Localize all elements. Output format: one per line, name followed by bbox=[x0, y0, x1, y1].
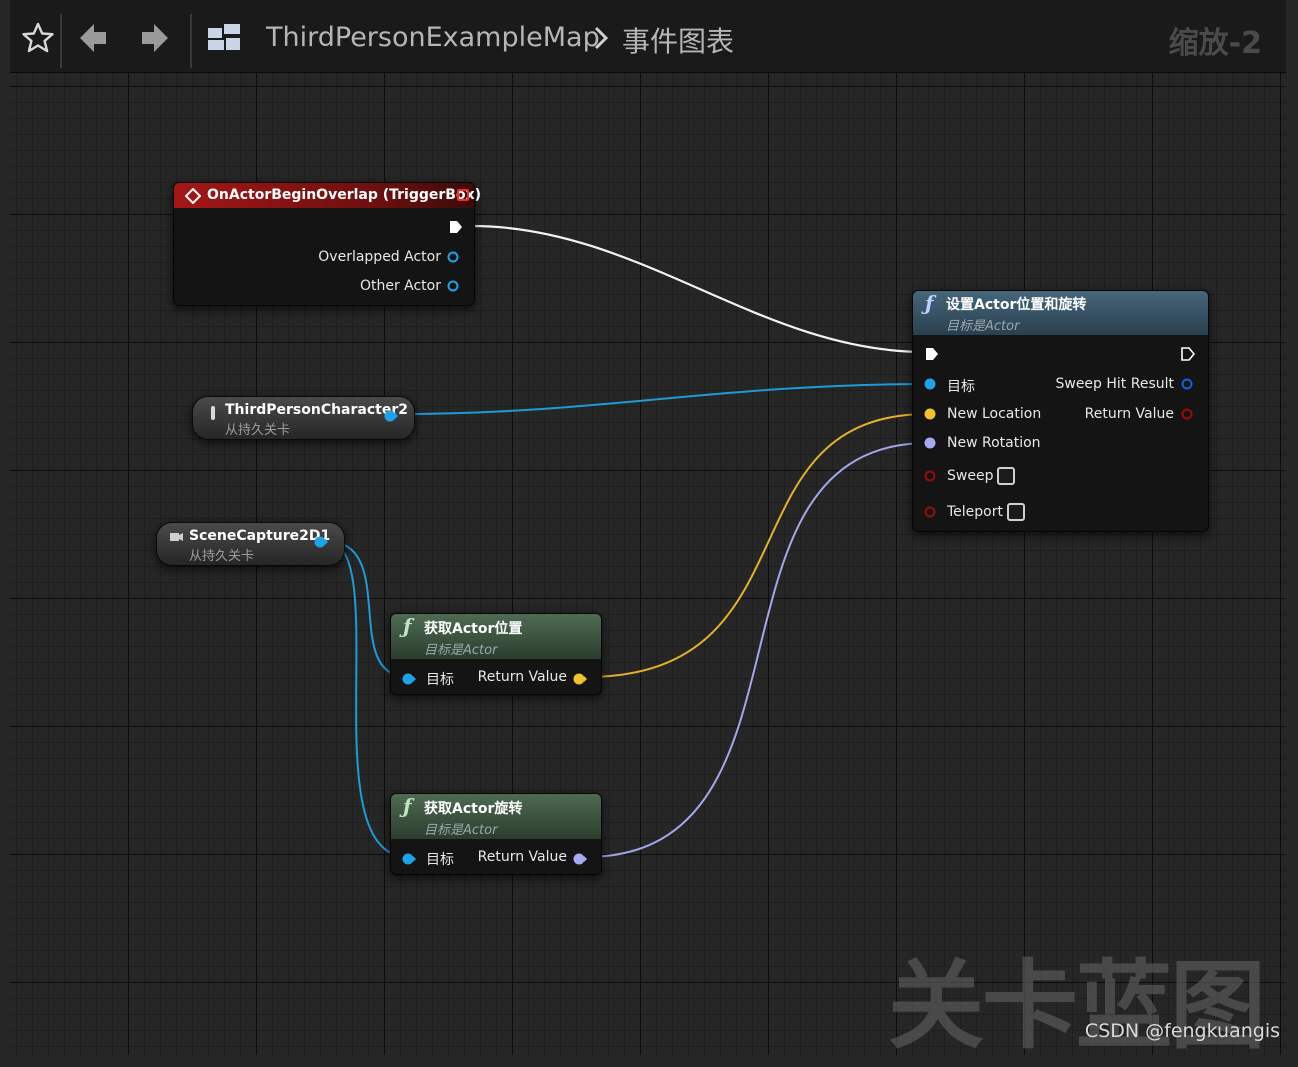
bool-pin-icon[interactable] bbox=[924, 470, 936, 482]
node-title: 设置Actor位置和旋转 bbox=[946, 297, 1087, 313]
pin-label: New Location bbox=[947, 406, 1042, 422]
pin-label: Other Actor bbox=[359, 278, 441, 294]
csdn-credit: CSDN @fengkuangis bbox=[1084, 1020, 1280, 1042]
pin-label: Sweep Hit Result bbox=[1055, 376, 1174, 392]
pin-label: Return Value bbox=[477, 849, 567, 865]
struct-out-pin-icon[interactable] bbox=[1181, 378, 1193, 390]
pin-label: 目标 bbox=[947, 379, 975, 395]
node-subtitle: 从持久关卡 bbox=[225, 423, 291, 438]
rotator-out-pin-icon[interactable] bbox=[573, 852, 587, 866]
node-get-actor-rotation[interactable]: ƒ 获取Actor旋转 目标是Actor 目标 Return Value bbox=[390, 793, 602, 875]
pin-label: Sweep bbox=[947, 468, 994, 484]
event-diamond-icon bbox=[185, 188, 201, 204]
bool-pin-icon[interactable] bbox=[924, 506, 936, 518]
bool-out-pin-icon[interactable] bbox=[1181, 408, 1193, 420]
node-subtitle: 目标是Actor bbox=[424, 643, 498, 658]
actor-icon bbox=[211, 406, 215, 420]
pin-label: Overlapped Actor bbox=[318, 249, 441, 265]
zoom-level: 缩放-2 bbox=[1168, 26, 1262, 61]
object-pin-icon[interactable] bbox=[447, 280, 459, 292]
level-blueprint-icon bbox=[208, 24, 240, 50]
graph-toolbar: ThirdPersonExampleMap 事件图表 缩放-2 bbox=[10, 0, 1286, 73]
pin-label: Teleport bbox=[947, 504, 1003, 520]
exec-in-pin-icon[interactable] bbox=[925, 347, 939, 361]
node-title: 获取Actor位置 bbox=[424, 621, 523, 637]
pin-label: 目标 bbox=[426, 852, 454, 868]
star-icon[interactable] bbox=[18, 18, 58, 58]
node-title: 获取Actor旋转 bbox=[424, 801, 523, 817]
node-on-actor-begin-overlap[interactable]: OnActorBeginOverlap (TriggerBox) Overlap… bbox=[173, 182, 481, 306]
sweep-checkbox[interactable] bbox=[997, 467, 1015, 485]
target-pin-icon[interactable] bbox=[924, 378, 936, 390]
node-set-actor-location-rotation[interactable]: ƒ 设置Actor位置和旋转 目标是Actor 目标 New Location … bbox=[912, 290, 1209, 532]
node-subtitle: 目标是Actor bbox=[424, 823, 498, 838]
breadcrumb-graph[interactable]: 事件图表 bbox=[622, 20, 734, 60]
node-third-person-character-ref[interactable]: ThirdPersonCharacter2 从持久关卡 bbox=[192, 396, 415, 440]
delegate-pin-icon[interactable] bbox=[457, 189, 469, 201]
function-icon: ƒ bbox=[403, 614, 412, 638]
toolbar-separator bbox=[60, 14, 62, 68]
node-title: OnActorBeginOverlap (TriggerBox) bbox=[207, 187, 482, 203]
node-get-actor-location[interactable]: ƒ 获取Actor位置 目标是Actor 目标 Return Value bbox=[390, 613, 602, 695]
exec-out-pin-icon[interactable] bbox=[449, 220, 463, 234]
node-title: SceneCapture2D1 bbox=[189, 528, 331, 544]
node-scene-capture-ref[interactable]: SceneCapture2D1 从持久关卡 bbox=[156, 522, 345, 566]
breadcrumb-map[interactable]: ThirdPersonExampleMap bbox=[266, 22, 600, 53]
scene-capture-icon bbox=[170, 533, 183, 541]
toolbar-separator bbox=[190, 14, 192, 68]
vector-pin-icon[interactable] bbox=[924, 408, 936, 420]
forward-arrow-icon[interactable] bbox=[134, 18, 174, 58]
back-arrow-icon[interactable] bbox=[74, 18, 114, 58]
object-pin-icon[interactable] bbox=[447, 251, 459, 263]
target-pin-icon[interactable] bbox=[402, 672, 416, 686]
node-title: ThirdPersonCharacter2 bbox=[225, 402, 408, 418]
pin-label: Return Value bbox=[1084, 406, 1174, 422]
node-subtitle: 从持久关卡 bbox=[189, 549, 255, 564]
function-icon: ƒ bbox=[925, 291, 934, 315]
chevron-right-icon bbox=[594, 26, 609, 50]
pin-label: New Rotation bbox=[947, 435, 1041, 451]
teleport-checkbox[interactable] bbox=[1007, 503, 1025, 521]
object-pin-icon[interactable] bbox=[384, 409, 398, 423]
level-blueprint-watermark: 关卡蓝图 bbox=[888, 950, 1266, 1062]
pin-label: Return Value bbox=[477, 669, 567, 685]
pin-label: 目标 bbox=[426, 672, 454, 688]
exec-out-pin-icon[interactable] bbox=[1181, 347, 1195, 361]
node-subtitle: 目标是Actor bbox=[946, 319, 1020, 334]
vector-out-pin-icon[interactable] bbox=[573, 672, 587, 686]
function-icon: ƒ bbox=[403, 794, 412, 818]
rotator-pin-icon[interactable] bbox=[924, 437, 936, 449]
object-pin-icon[interactable] bbox=[314, 535, 328, 549]
target-pin-icon[interactable] bbox=[402, 852, 416, 866]
